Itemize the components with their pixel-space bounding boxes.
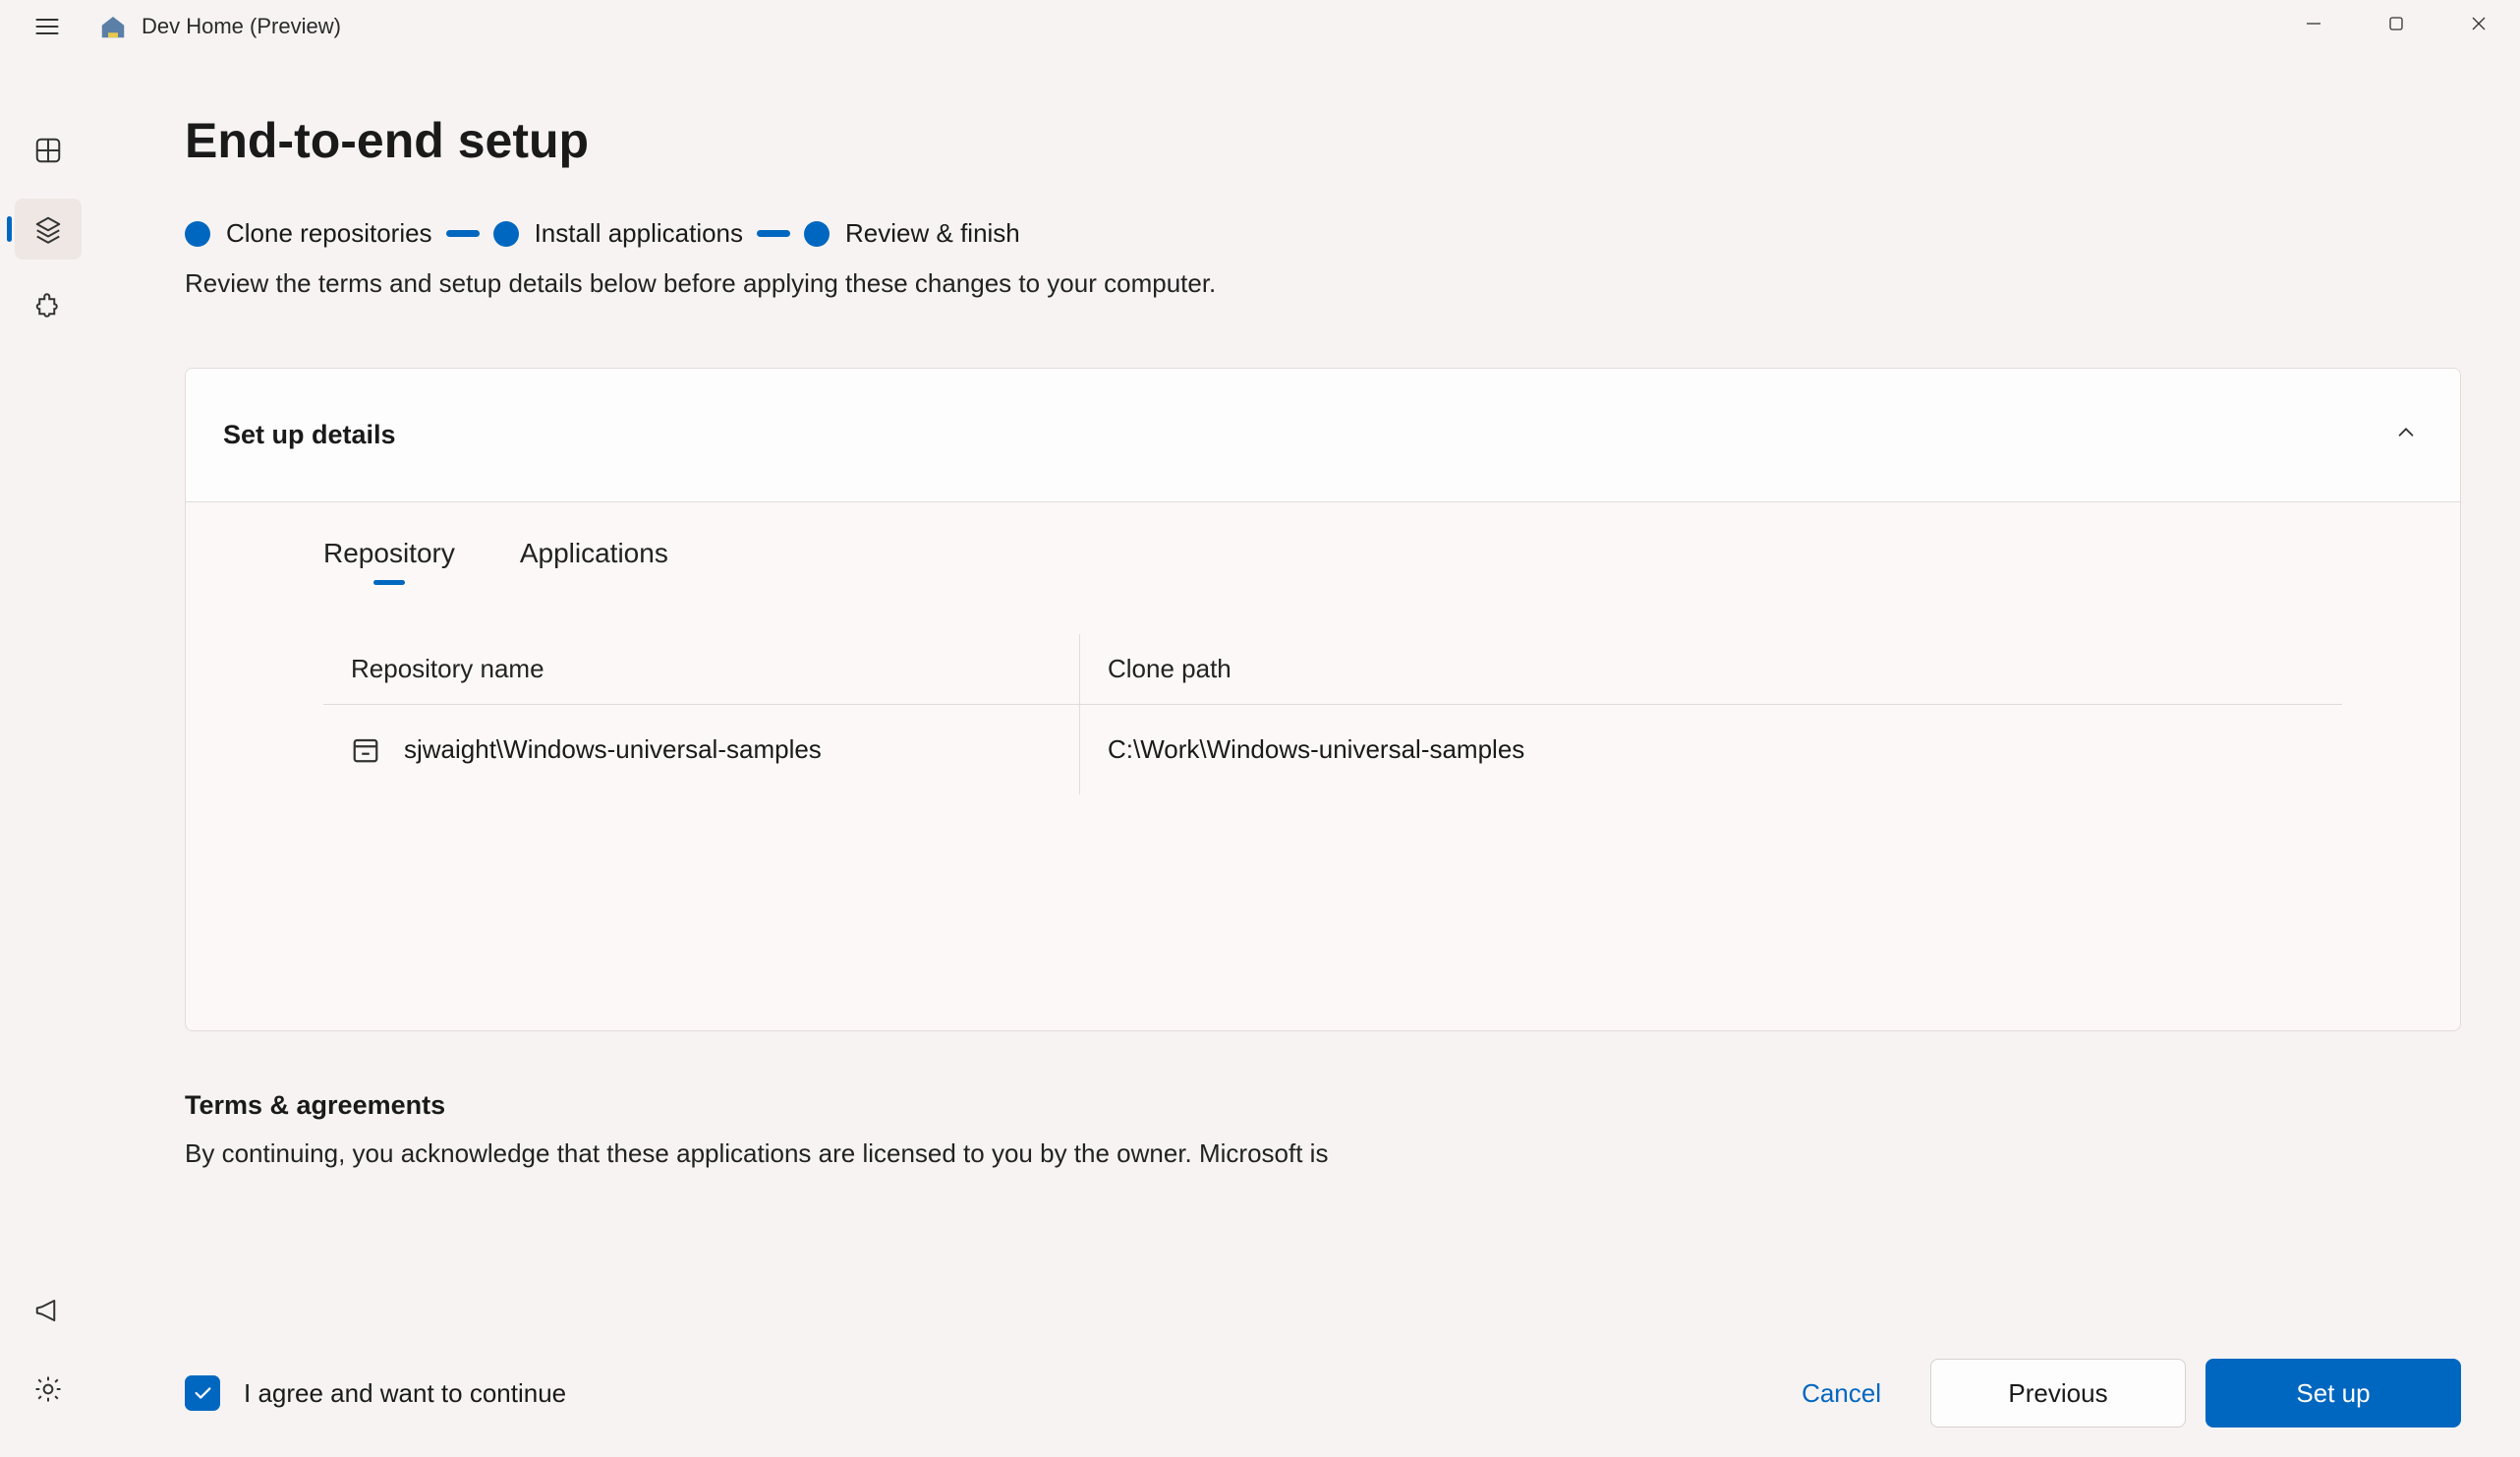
column-header-path: Clone path (1080, 634, 2342, 704)
app-icon (98, 12, 128, 41)
progress-stepper: Clone repositories Install applications … (185, 218, 2461, 249)
step-dot-icon (185, 221, 210, 247)
minimize-icon (2305, 15, 2322, 32)
tab-applications[interactable]: Applications (520, 538, 668, 579)
repo-name-text: sjwaight\Windows-universal-samples (404, 734, 822, 765)
clone-path-text: C:\Work\Windows-universal-samples (1108, 734, 1524, 765)
agree-label: I agree and want to continue (244, 1378, 566, 1409)
cancel-button[interactable]: Cancel (1772, 1359, 1911, 1428)
repository-icon (351, 735, 380, 765)
step-label: Review & finish (845, 218, 1020, 249)
cell-repo-name: sjwaight\Windows-universal-samples (323, 705, 1080, 794)
check-icon (192, 1382, 213, 1404)
titlebar: Dev Home (Preview) (0, 0, 2520, 53)
terms-section: Terms & agreements By continuing, you ac… (185, 1090, 2461, 1169)
terms-text: By continuing, you acknowledge that thes… (185, 1138, 2461, 1169)
step-install: Install applications (493, 218, 743, 249)
footer-buttons: Cancel Previous Set up (1772, 1359, 2461, 1428)
hamburger-icon (33, 13, 61, 40)
agree-checkbox[interactable] (185, 1375, 220, 1411)
setup-button[interactable]: Set up (2205, 1359, 2461, 1428)
step-label: Clone repositories (226, 218, 432, 249)
dashboard-icon (33, 136, 63, 165)
step-dot-icon (804, 221, 830, 247)
close-button[interactable] (2437, 0, 2520, 47)
column-header-name: Repository name (323, 634, 1080, 704)
cell-clone-path: C:\Work\Windows-universal-samples (1080, 705, 2342, 794)
minimize-button[interactable] (2272, 0, 2355, 47)
maximize-icon (2387, 15, 2405, 32)
tabs: Repository Applications (323, 538, 2342, 579)
step-clone: Clone repositories (185, 218, 432, 249)
puzzle-icon (33, 293, 63, 322)
repository-table: Repository name Clone path sjwaight\Wind… (323, 634, 2342, 794)
close-icon (2470, 15, 2488, 32)
main-content: End-to-end setup Clone repositories Inst… (185, 98, 2461, 1457)
table-header: Repository name Clone path (323, 634, 2342, 704)
app-title: Dev Home (Preview) (142, 14, 341, 39)
sidebar-item-feedback[interactable] (15, 1280, 82, 1341)
setup-details-card: Set up details Repository Applications R… (185, 368, 2461, 1031)
window-controls (2272, 0, 2520, 47)
card-header-toggle[interactable]: Set up details (186, 369, 2460, 502)
step-dot-icon (493, 221, 519, 247)
maximize-button[interactable] (2355, 0, 2437, 47)
previous-button[interactable]: Previous (1930, 1359, 2186, 1428)
terms-title: Terms & agreements (185, 1090, 2461, 1121)
chevron-up-icon (2395, 422, 2417, 448)
gear-icon (33, 1374, 63, 1404)
layers-icon (33, 214, 63, 244)
step-review: Review & finish (804, 218, 1020, 249)
page-subtitle: Review the terms and setup details below… (185, 268, 2461, 299)
tab-repository[interactable]: Repository (323, 538, 455, 579)
hamburger-menu[interactable] (29, 9, 65, 44)
step-connector (757, 230, 790, 237)
footer: I agree and want to continue Cancel Prev… (185, 1339, 2461, 1428)
sidebar-item-extensions[interactable] (15, 277, 82, 338)
table-row: sjwaight\Windows-universal-samples C:\Wo… (323, 705, 2342, 794)
card-body: Repository Applications Repository name … (186, 502, 2460, 1030)
card-title: Set up details (223, 420, 396, 450)
step-label: Install applications (535, 218, 743, 249)
page-title: End-to-end setup (185, 112, 2461, 169)
step-connector (446, 230, 480, 237)
sidebar-item-dashboard[interactable] (15, 120, 82, 181)
sidebar (0, 98, 96, 1457)
megaphone-icon (33, 1296, 63, 1325)
sidebar-item-machine-config[interactable] (15, 199, 82, 260)
agree-checkbox-row[interactable]: I agree and want to continue (185, 1375, 566, 1411)
sidebar-item-settings[interactable] (15, 1359, 82, 1420)
